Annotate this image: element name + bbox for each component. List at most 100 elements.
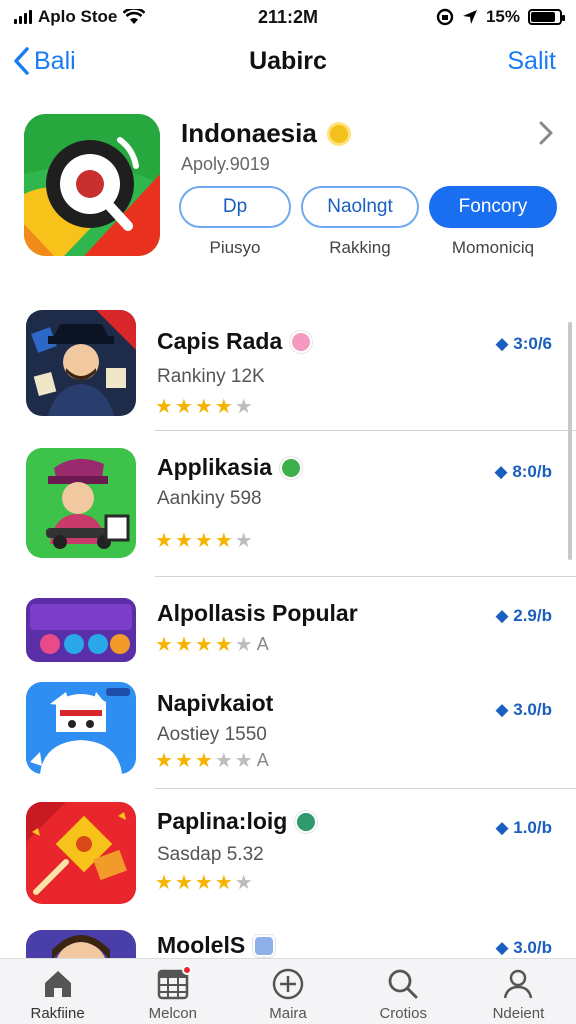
star-icon: ★ (214, 872, 233, 894)
app-title: Alpollasis Popular (157, 600, 358, 627)
app-icon (26, 682, 136, 774)
rating-stars: ★ ★ ★ ★ ★ (155, 870, 253, 895)
app-badge-icon (295, 810, 318, 833)
app-subtitle: Rankiny 12K (157, 366, 265, 387)
list-item[interactable]: Capis Rada Rankiny 12K ★ ★ ★ ★ ★ ◆ 3:0/6 (0, 310, 576, 430)
battery-icon (528, 9, 565, 25)
featured-app[interactable]: Indonaesia Apoly.9019 Dp Naolngt Foncory… (24, 114, 557, 264)
star-icon: ★ (155, 872, 173, 894)
tab-melcon[interactable]: Melcon (115, 959, 230, 1024)
star-icon: ★ (214, 750, 233, 772)
pill-caption-3: Momoniciq (451, 238, 535, 257)
list-item[interactable]: Napivkaiot Aostiey 1550 ★ ★ ★ ★ ★ A ◆ 3.0/b (0, 680, 576, 790)
pill-button-2[interactable]: Naolngt (301, 186, 419, 228)
app-title: Paplina:loig (157, 808, 318, 835)
star-icon: ★ (174, 872, 193, 894)
app-title: Capis Rada (157, 328, 313, 355)
app-icon (26, 598, 136, 662)
battery-percent: 15% (485, 7, 520, 26)
list-item[interactable]: MoolelS ◆ 3.0/b (0, 930, 576, 960)
search-icon (388, 969, 418, 999)
chevron-left-icon (14, 47, 29, 75)
tab-maira[interactable]: Maira (230, 959, 345, 1024)
app-title: Applikasia (157, 454, 303, 481)
app-badge-icon (280, 456, 303, 479)
home-icon (44, 971, 71, 997)
featured-app-icon (24, 114, 160, 256)
app-icon (26, 930, 136, 960)
person-icon (504, 969, 533, 999)
star-icon: ★ (174, 634, 193, 656)
battery-fill (531, 12, 555, 22)
status-time: 211:2M (257, 6, 319, 27)
price-label[interactable]: ◆ 3.0/b (495, 938, 552, 958)
pill-button-1[interactable]: Dp (179, 186, 291, 228)
star-icon: ★ (194, 750, 213, 772)
star-icon: ★ (174, 396, 193, 418)
featured-pill-row: Dp Naolngt Foncory (179, 186, 557, 228)
status-left: Aplo Stoe (14, 7, 214, 27)
app-icon (26, 448, 136, 558)
page-title: Uabirc (249, 46, 327, 75)
star-icon: ★ (155, 750, 173, 772)
star-icon: ★ (234, 634, 253, 656)
tab-ndeient[interactable]: Ndeient (461, 959, 576, 1024)
shield-badge-icon (253, 934, 276, 957)
scrollbar[interactable] (568, 322, 572, 560)
tab-label: Ndeient (492, 1005, 545, 1022)
star-icon: ★ (214, 530, 233, 552)
price-label[interactable]: ◆ 8:0/b (495, 462, 552, 482)
price-label[interactable]: ◆ 3:0/6 (495, 334, 552, 354)
featured-app-name: Indonaesia (181, 118, 317, 148)
verified-badge-icon (326, 121, 351, 146)
star-icon: ★ (214, 634, 233, 656)
app-subtitle: Aostiey 1550 (157, 724, 267, 745)
price-label[interactable]: ◆ 3.0/b (495, 700, 552, 720)
app-icon (26, 802, 136, 904)
list-item[interactable]: Alpollasis Popular ★ ★ ★ ★ ★ A ◆ 2.9/b (0, 598, 576, 664)
divider (155, 576, 576, 577)
app-badge-icon (290, 330, 313, 353)
tab-bar: Rakfiine Melcon Maira Crotios Ndeient (0, 958, 576, 1024)
app-title: Napivkaiot (157, 690, 273, 717)
list-item[interactable]: Paplina:loig Sasdap 5.32 ★ ★ ★ ★ ★ ◆ 1.0/b (0, 802, 576, 914)
location-icon (462, 10, 477, 24)
tab-rakfiine[interactable]: Rakfiine (0, 959, 115, 1024)
star-icon: ★ (194, 396, 213, 418)
price-label[interactable]: ◆ 2.9/b (495, 606, 552, 626)
list-item[interactable]: Applikasia Aankiny 598 ★ ★ ★ ★ ★ ◆ 8:0/b (0, 446, 576, 566)
signal-icon (14, 10, 32, 24)
app-name: MoolelS (157, 932, 246, 958)
app-name: Applikasia (157, 454, 273, 480)
nav-right-button[interactable]: Salit (507, 47, 556, 76)
app-name: Paplina:loig (157, 808, 288, 834)
star-icon: ★ (194, 530, 213, 552)
chevron-right-icon[interactable] (538, 120, 554, 146)
back-button[interactable]: Bali (12, 46, 76, 76)
rating-suffix: A (256, 750, 269, 770)
app-name: Alpollasis Popular (157, 600, 358, 626)
tab-crotios[interactable]: Crotios (346, 959, 461, 1024)
pill-captions: Piusyo Rakking Momoniciq (179, 238, 557, 258)
star-icon: ★ (194, 872, 213, 894)
carrier-label: Aplo Stoe (38, 7, 118, 26)
tab-label: Maira (269, 1005, 307, 1022)
pill-caption-2: Rakking (329, 238, 391, 257)
app-list: Capis Rada Rankiny 12K ★ ★ ★ ★ ★ ◆ 3:0/6 App… (0, 300, 576, 960)
featured-app-subtitle: Apoly.9019 (181, 154, 270, 174)
app-name: Capis Rada (157, 328, 283, 354)
calendar-grid-icon (156, 965, 192, 1001)
rating-stars: ★ ★ ★ ★ ★ A (155, 632, 269, 657)
app-icon (26, 310, 136, 416)
divider (155, 788, 576, 789)
wifi-icon (123, 9, 146, 24)
star-icon: ★ (234, 530, 253, 552)
star-icon: ★ (174, 530, 193, 552)
plus-circle-icon (272, 968, 304, 1000)
star-icon: ★ (234, 872, 253, 894)
pill-button-3[interactable]: Foncory (429, 186, 557, 228)
featured-app-title: Indonaesia (181, 118, 351, 149)
price-label[interactable]: ◆ 1.0/b (495, 818, 552, 838)
star-icon: ★ (155, 396, 173, 418)
status-bar: Aplo Stoe 211:2M 15% (0, 0, 576, 34)
